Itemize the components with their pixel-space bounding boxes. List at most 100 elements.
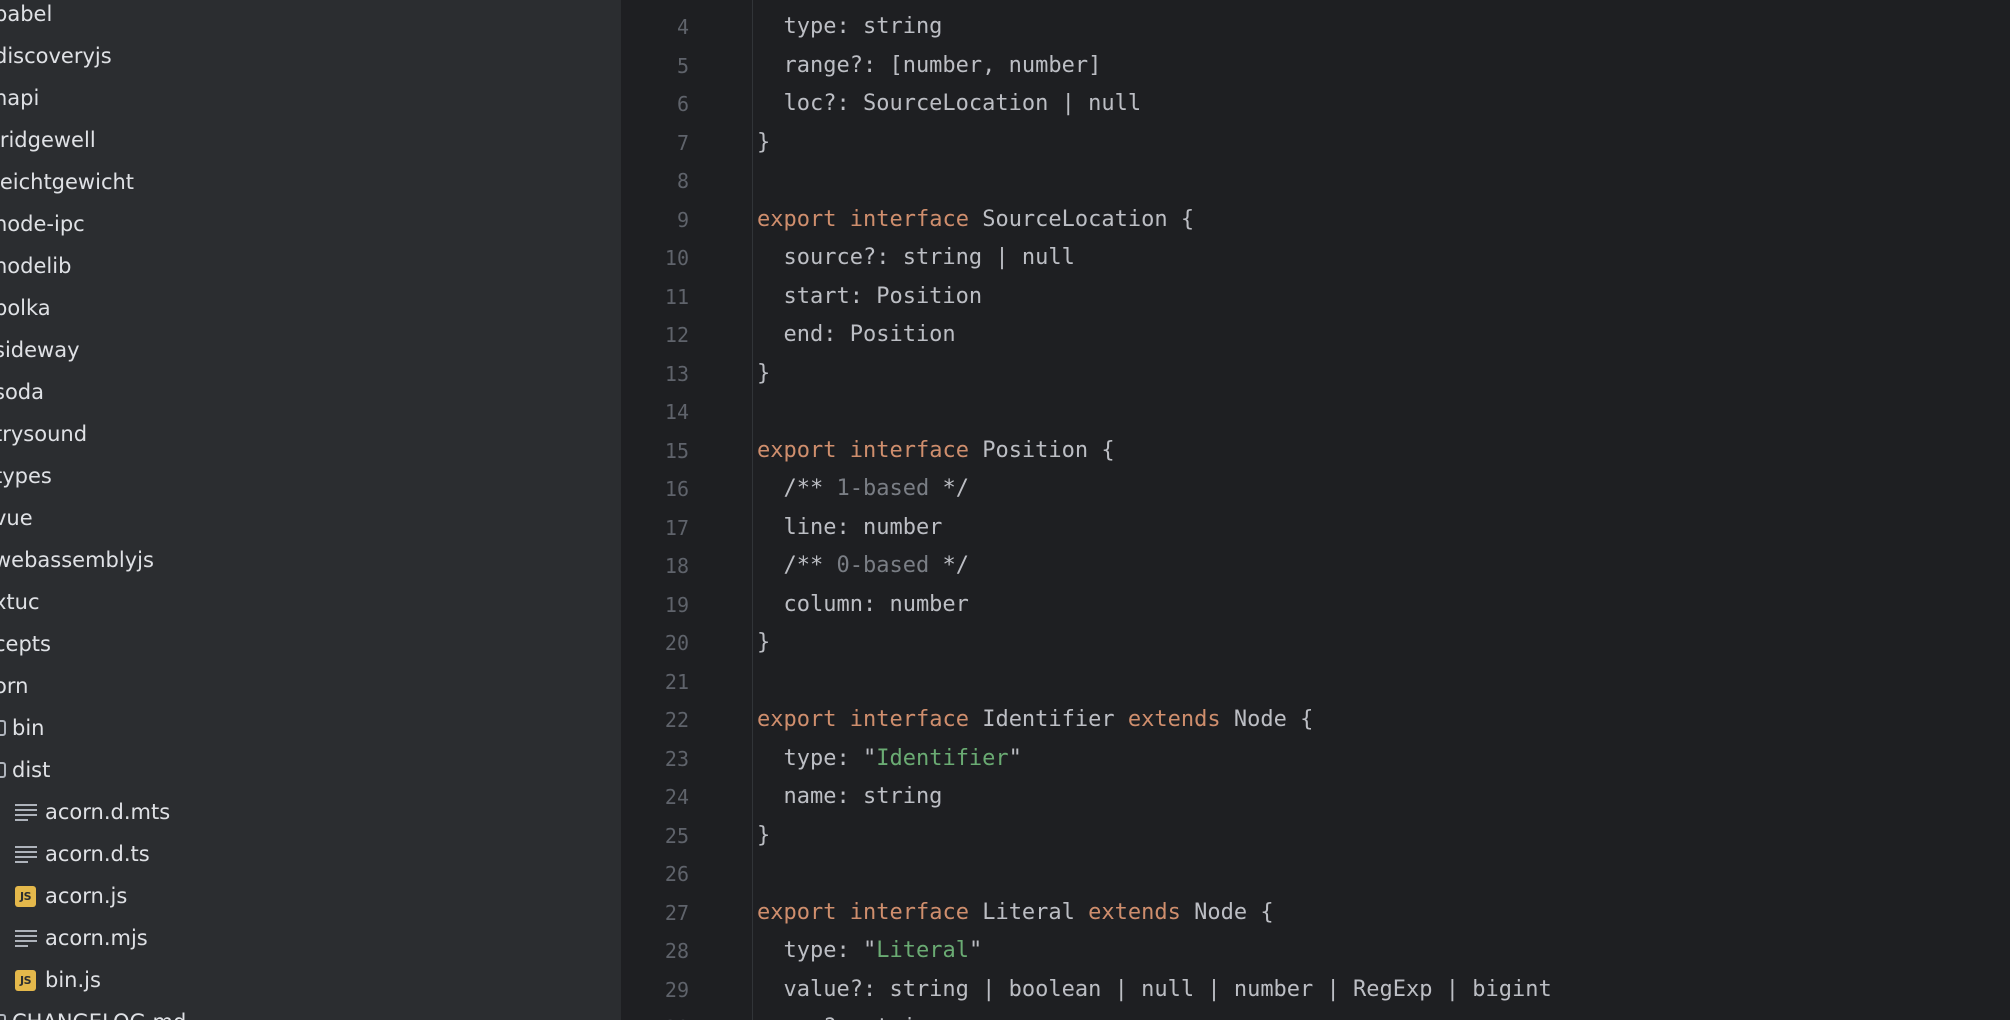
code-text: export interface Identifier extends Node… xyxy=(757,701,1313,740)
tree-item[interactable]: xtuc xyxy=(0,581,603,623)
code-token: Node { xyxy=(1180,899,1274,925)
tree-item[interactable]: CHANGELOG.md xyxy=(0,1001,603,1020)
line-number: 16 xyxy=(664,477,689,501)
tree-item[interactable]: nodelib xyxy=(0,245,603,287)
code-line[interactable]: 15 export interface Position { xyxy=(621,432,2010,471)
code-token: /** xyxy=(757,476,837,501)
tree-item[interactable]: discoveryjs xyxy=(0,35,603,77)
code-line[interactable]: 14 xyxy=(621,393,2010,432)
tree-item[interactable]: sideway xyxy=(0,329,603,371)
code-line[interactable]: 21 xyxy=(621,663,2010,702)
code-line[interactable]: 7} xyxy=(621,124,2010,163)
code-token: SourceLocation { xyxy=(968,206,1195,232)
code-text: } xyxy=(757,817,770,856)
line-number: 8 xyxy=(676,169,689,193)
line-number: 21 xyxy=(664,669,689,694)
tree-item-label: discoveryjs xyxy=(0,44,112,68)
code-token: raw?: string xyxy=(757,1015,942,1020)
tree-item[interactable]: soda xyxy=(0,371,603,413)
line-number: 7 xyxy=(676,130,689,155)
tree-item-label: leichtgewicht xyxy=(0,170,135,194)
code-line[interactable]: 18 /** 0-based */ xyxy=(621,547,2010,586)
code-token: } xyxy=(757,630,771,655)
code-line[interactable]: 12 end: Position xyxy=(621,316,2010,355)
code-line[interactable]: 29 value?: string | boolean | null | num… xyxy=(621,971,2010,1010)
code-token: export xyxy=(757,206,837,232)
tree-item[interactable]: orn xyxy=(0,665,603,707)
code-editor[interactable]: 4 type: string 5 range?: [number, number]… xyxy=(621,0,2010,1020)
code-line[interactable]: 25} xyxy=(621,817,2010,856)
code-text: range?: [number, number] xyxy=(757,47,1101,86)
line-number: 22 xyxy=(664,708,689,732)
tree-item[interactable]: leichtgewicht xyxy=(0,161,603,203)
code-token: Literal xyxy=(876,938,969,963)
tree-item[interactable]: babel xyxy=(0,0,603,35)
tree-item[interactable]: trysound xyxy=(0,413,603,455)
code-line[interactable]: 20} xyxy=(621,624,2010,663)
code-token: Identifier xyxy=(876,745,1009,771)
tree-item-label: acorn.js xyxy=(45,884,128,908)
tree-item[interactable]: acorn.d.mts xyxy=(0,791,603,833)
tree-item[interactable]: vue xyxy=(0,497,603,539)
code-token: name: string xyxy=(757,784,943,809)
js-file-icon: JS xyxy=(15,970,36,991)
code-text: column: number xyxy=(757,586,969,625)
code-token: column: number xyxy=(757,591,969,617)
code-token: range?: [number, number] xyxy=(757,52,1102,78)
code-area[interactable]: 4 type: string 5 range?: [number, number]… xyxy=(621,8,2010,1020)
line-number: 26 xyxy=(664,862,689,886)
tree-item-label: types xyxy=(0,464,52,488)
line-number: 15 xyxy=(664,438,689,463)
code-line[interactable]: 24 name: string xyxy=(621,778,2010,817)
code-line[interactable]: 5 range?: [number, number] xyxy=(621,47,2010,86)
code-text: export interface Literal extends Node { xyxy=(757,894,1274,933)
code-line[interactable]: 8 xyxy=(621,162,2010,201)
line-number: 24 xyxy=(664,785,689,809)
tree-item[interactable]: jridgewell xyxy=(0,119,603,161)
code-line[interactable]: 4 type: string xyxy=(621,8,2010,47)
tree-item[interactable]: types xyxy=(0,455,603,497)
panel-divider[interactable] xyxy=(603,0,621,1020)
code-token: export xyxy=(757,899,837,925)
code-line[interactable]: 11 start: Position xyxy=(621,278,2010,317)
code-line[interactable]: 30 raw?: string xyxy=(621,1009,2010,1020)
code-line[interactable]: 22 export interface Identifier extends No… xyxy=(621,701,2010,740)
tree-item[interactable]: bin xyxy=(0,707,603,749)
code-token: Literal xyxy=(968,899,1089,925)
tree-item[interactable]: acorn.d.ts xyxy=(0,833,603,875)
tree-item[interactable]: acorn.mjs xyxy=(0,917,603,959)
code-line[interactable]: 6 loc?: SourceLocation | null xyxy=(621,85,2010,124)
tree-item[interactable]: polka xyxy=(0,287,603,329)
line-number: 4 xyxy=(676,15,689,39)
code-text: } xyxy=(757,124,770,163)
line-number: 14 xyxy=(664,400,689,424)
code-text: source?: string | null xyxy=(757,239,1074,278)
tree-item[interactable]: cepts xyxy=(0,623,603,665)
text-file-icon xyxy=(15,846,37,863)
code-token: type: " xyxy=(757,938,877,963)
tree-item[interactable]: webassemblyjs xyxy=(0,539,603,581)
code-text: } xyxy=(757,624,770,663)
tree-item-label: node-ipc xyxy=(0,212,85,236)
code-line[interactable]: 17 line: number xyxy=(621,509,2010,548)
code-line[interactable]: 9 export interface SourceLocation { xyxy=(621,201,2010,240)
code-line[interactable]: 28 type: "Literal" xyxy=(621,932,2010,971)
code-line[interactable]: 10 source?: string | null xyxy=(621,239,2010,278)
tree-item-label: nodelib xyxy=(0,254,72,278)
tree-item[interactable]: hapi xyxy=(0,77,603,119)
code-text: export interface Position { xyxy=(757,432,1115,471)
code-line[interactable]: 26 xyxy=(621,855,2010,894)
tree-item[interactable]: dist xyxy=(0,749,603,791)
code-line[interactable]: 19 column: number xyxy=(621,586,2010,625)
tree-item[interactable]: JS bin.js xyxy=(0,959,603,1001)
code-line[interactable]: 27 export interface Literal extends Node … xyxy=(621,894,2010,933)
code-line[interactable]: 23 type: "Identifier" xyxy=(621,740,2010,779)
tree-item[interactable]: JS acorn.js xyxy=(0,875,603,917)
code-line[interactable]: 16 /** 1-based */ xyxy=(621,470,2010,509)
code-token: start: Position xyxy=(757,283,983,309)
code-text: line: number xyxy=(757,509,942,548)
code-line[interactable]: 13} xyxy=(621,355,2010,394)
tree-item[interactable]: node-ipc xyxy=(0,203,603,245)
code-token: Identifier xyxy=(968,707,1128,732)
